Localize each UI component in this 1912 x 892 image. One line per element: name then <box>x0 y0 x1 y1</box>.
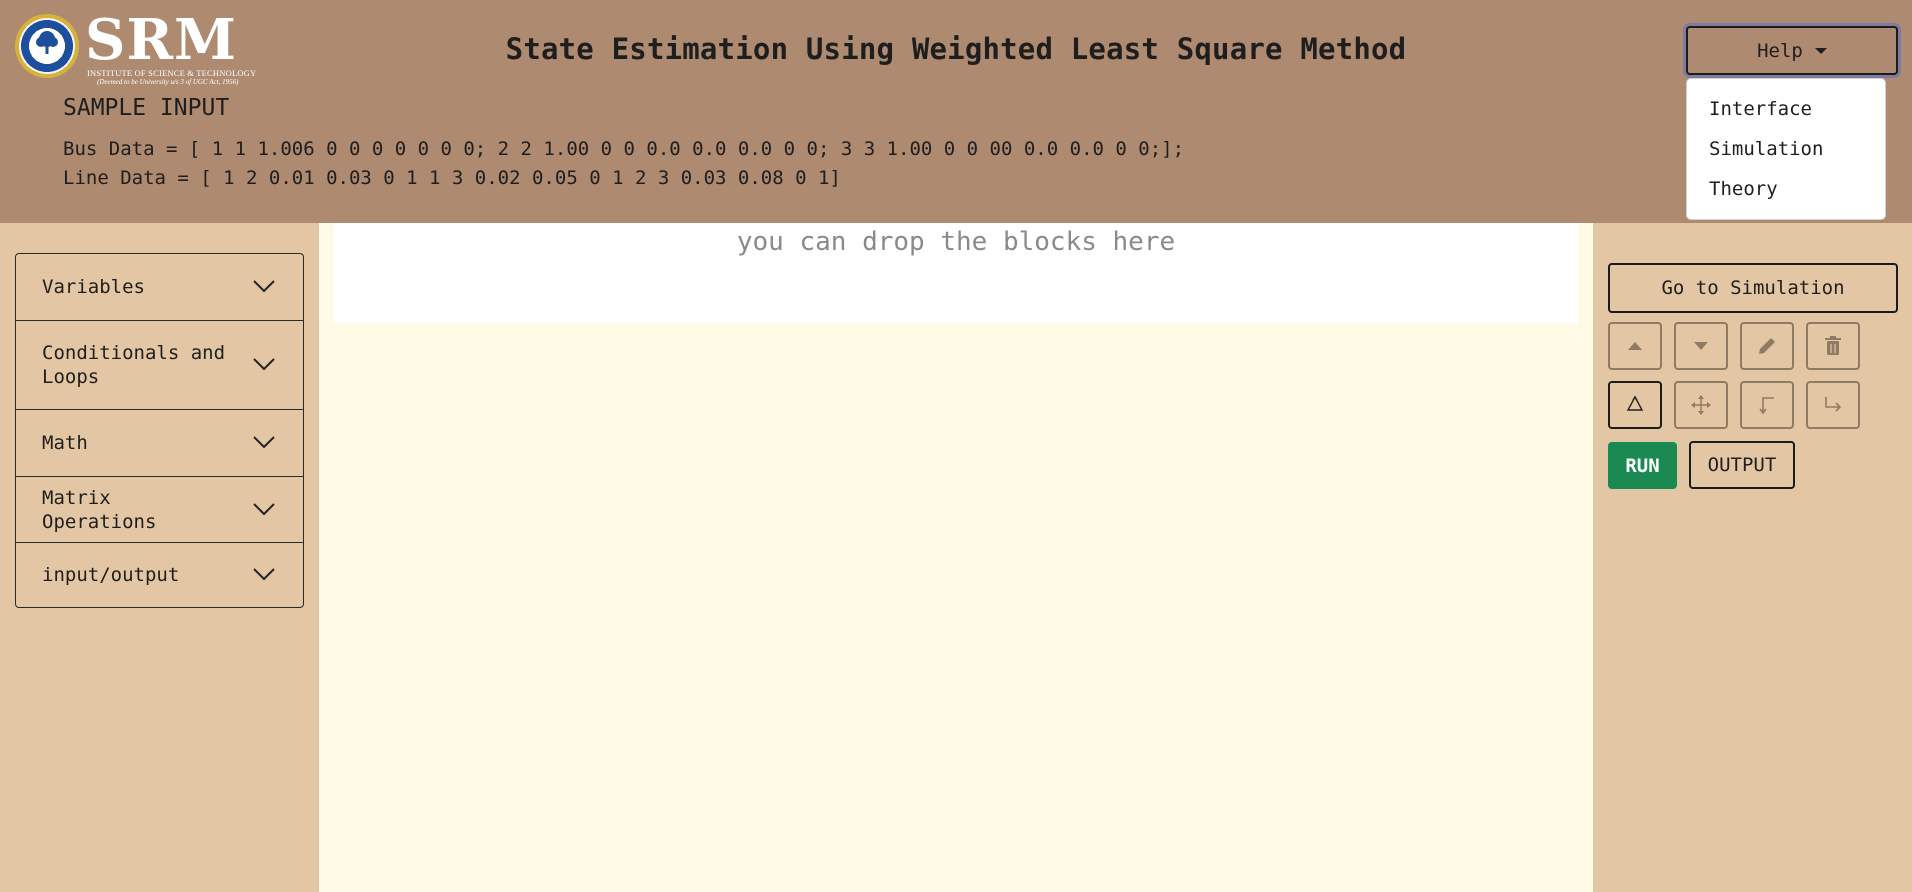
blocks-workspace[interactable]: you can drop the blocks here <box>319 223 1593 892</box>
category-label: Variables <box>42 276 145 298</box>
move-down-button[interactable] <box>1674 322 1728 370</box>
edit-button[interactable] <box>1740 322 1794 370</box>
category-conditionals-and-loops[interactable]: Conditionals and Loops <box>16 321 303 410</box>
category-label: Conditionals and Loops <box>42 342 226 388</box>
output-button[interactable]: OUTPUT <box>1689 441 1795 489</box>
corner-arrow-icon <box>1759 397 1774 415</box>
redirect-button[interactable] <box>1806 381 1860 429</box>
redirect-icon <box>1825 397 1842 412</box>
run-button[interactable]: RUN <box>1608 442 1677 489</box>
sample-input-heading: SAMPLE INPUT <box>63 95 230 121</box>
move-button[interactable] <box>1674 381 1728 429</box>
menu-item-interface[interactable]: Interface <box>1687 89 1885 129</box>
delete-button[interactable] <box>1806 322 1860 370</box>
header: SRM INSTITUTE OF SCIENCE & TECHNOLOGY (D… <box>0 0 1912 223</box>
corner-arrow-button[interactable] <box>1740 381 1794 429</box>
category-variables[interactable]: Variables <box>16 254 303 321</box>
caret-down-icon <box>1814 47 1827 54</box>
chevron-down-icon <box>253 280 275 293</box>
category-label: input/output <box>42 564 180 586</box>
move-up-button[interactable] <box>1608 322 1662 370</box>
block-drop-zone[interactable]: you can drop the blocks here <box>334 223 1578 323</box>
trash-icon <box>1825 336 1841 355</box>
arrow-up-icon <box>1628 342 1642 350</box>
menu-item-theory[interactable]: Theory <box>1687 169 1885 209</box>
help-dropdown-button[interactable]: Help <box>1686 26 1898 75</box>
move-icon <box>1691 395 1711 415</box>
bus-data-sample: Bus Data = [ 1 1 1.006 0 0 0 0 0 0 0; 2 … <box>63 138 1185 160</box>
go-to-simulation-button[interactable]: Go to Simulation <box>1608 263 1898 313</box>
category-label: Matrix Operations <box>42 486 157 533</box>
recycle-icon <box>1626 395 1644 411</box>
page-title: State Estimation Using Weighted Least Sq… <box>505 32 1407 66</box>
chevron-down-icon <box>253 502 275 515</box>
logo-subtitle: INSTITUTE OF SCIENCE & TECHNOLOGY <box>87 68 257 78</box>
chevron-down-icon <box>253 358 275 371</box>
category-label: Math <box>42 432 88 454</box>
pencil-icon <box>1759 338 1775 354</box>
menu-item-simulation[interactable]: Simulation <box>1687 129 1885 169</box>
chevron-down-icon <box>253 436 275 449</box>
category-matrix-operations[interactable]: Matrix Operations <box>16 477 303 543</box>
category-math[interactable]: Math <box>16 410 303 477</box>
line-data-sample: Line Data = [ 1 2 0.01 0.03 0 1 1 3 0.02… <box>63 167 841 189</box>
drop-hint: you can drop the blocks here <box>736 227 1176 257</box>
arrow-down-icon <box>1694 342 1708 350</box>
category-input-output[interactable]: input/output <box>16 543 303 607</box>
help-menu: Interface Simulation Theory <box>1686 78 1886 220</box>
logo-tagline: (Deemed to be University u/s 3 of UGC Ac… <box>97 78 239 86</box>
block-category-sidebar: Variables Conditionals and Loops Math Ma… <box>15 253 304 608</box>
help-label: Help <box>1757 39 1803 62</box>
recycle-button[interactable] <box>1608 381 1662 429</box>
chevron-down-icon <box>253 568 275 581</box>
